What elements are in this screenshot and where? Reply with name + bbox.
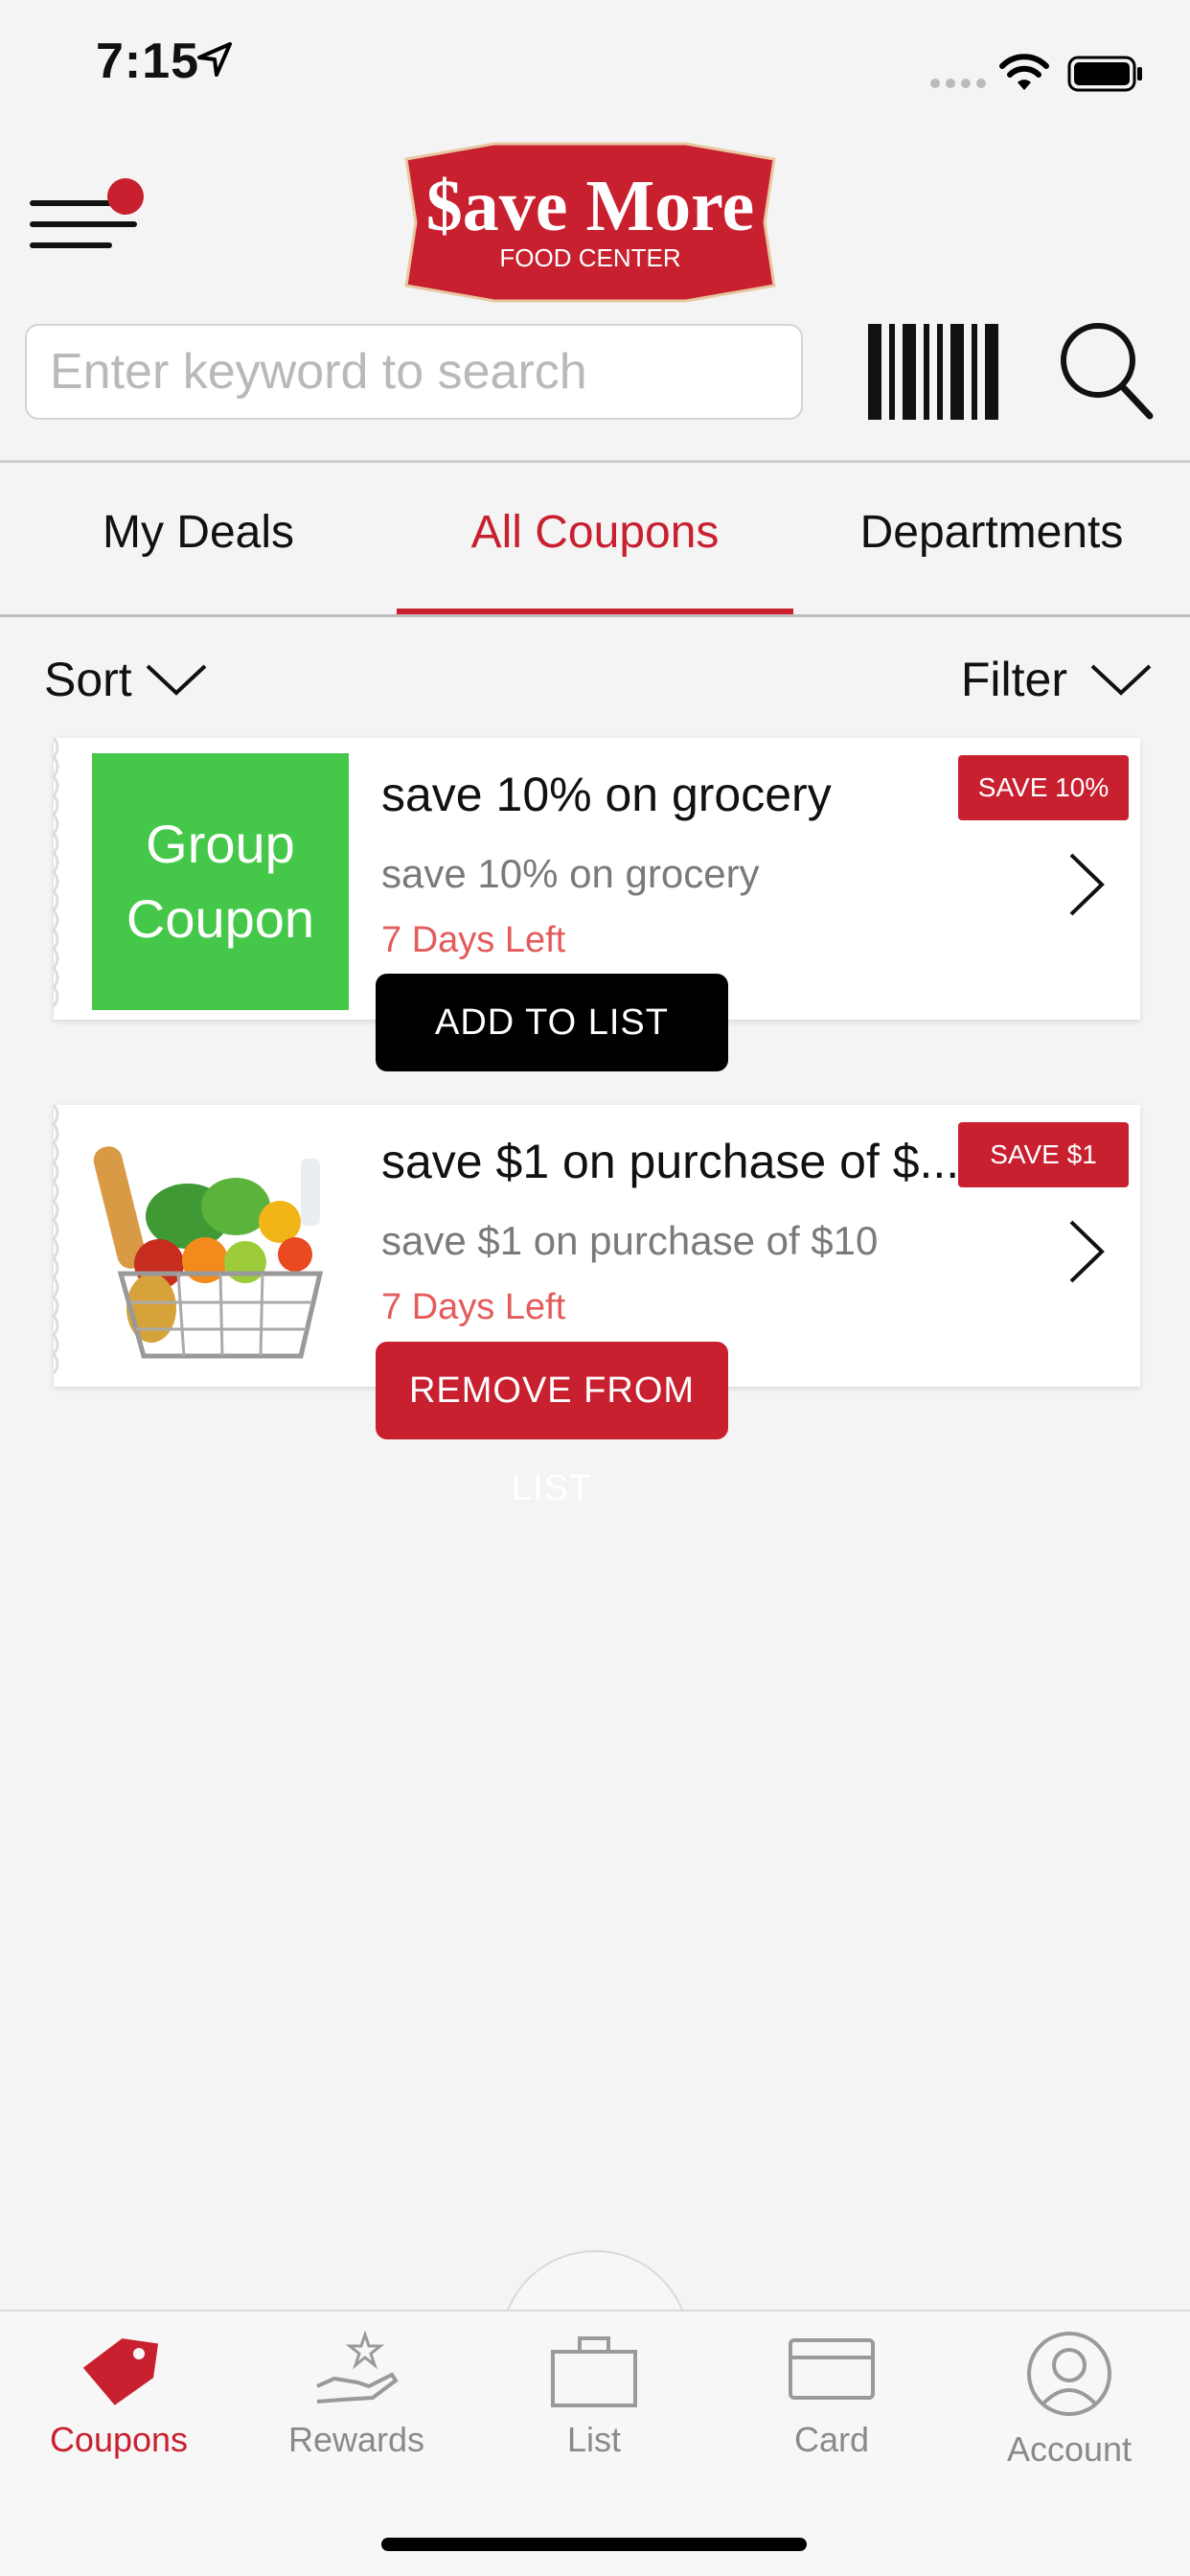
chevron-down-icon	[1090, 664, 1152, 696]
coupon-subtitle: save 10% on grocery	[381, 851, 760, 896]
savings-badge: SAVE 10%	[958, 755, 1129, 820]
nav-label: Account	[1006, 2429, 1133, 2469]
coupon-title: save 10% on grocery	[381, 768, 832, 821]
sort-label: Sort	[44, 653, 132, 706]
nav-label: Rewards	[287, 2420, 425, 2459]
nav-list[interactable]: List	[475, 2331, 713, 2460]
tabs-divider	[0, 614, 1190, 617]
coupon-title: save $1 on purchase of $...	[381, 1135, 960, 1188]
tab-departments[interactable]: Departments	[793, 463, 1190, 616]
nav-card[interactable]: Card	[713, 2331, 950, 2460]
coupon-subtitle: save $1 on purchase of $10	[381, 1218, 879, 1263]
logo-title: $ave More	[426, 166, 755, 246]
shopping-bag-icon	[551, 2336, 637, 2407]
remove-from-list-button[interactable]: REMOVE FROM LIST	[376, 1342, 728, 1508]
location-arrow-icon	[197, 42, 232, 77]
status-time: 7:15	[96, 34, 200, 89]
notification-dot	[107, 178, 144, 215]
user-avatar-icon	[1027, 2332, 1111, 2416]
save-more-logo: $ave More FOOD CENTER	[404, 142, 776, 303]
tab-my-deals[interactable]: My Deals	[0, 463, 397, 616]
filter-dropdown[interactable]: Filter	[961, 652, 1152, 707]
nav-label: Card	[793, 2420, 870, 2459]
nav-label: List	[566, 2420, 622, 2459]
wifi-icon	[999, 54, 1049, 90]
perforated-edge	[52, 1105, 59, 1374]
add-to-list-button[interactable]: ADD TO LIST	[376, 974, 728, 1071]
nav-account[interactable]: Account	[950, 2331, 1188, 2470]
cellular-signal-icon	[930, 79, 986, 88]
chevron-right-icon[interactable]	[1067, 851, 1106, 918]
logo-subtitle: FOOD CENTER	[499, 243, 680, 272]
rewards-hand-star-icon	[316, 2330, 399, 2404]
group-coupon-image: Group Coupon	[92, 753, 349, 1010]
battery-icon	[1067, 56, 1142, 92]
filter-label: Filter	[960, 653, 1067, 706]
status-bar: 7:15	[0, 0, 1190, 125]
savings-badge: SAVE $1	[958, 1122, 1129, 1187]
search-icon[interactable]	[1058, 320, 1154, 420]
nav-coupons[interactable]: Coupons	[0, 2331, 238, 2460]
home-indicator[interactable]	[381, 2538, 807, 2551]
group-image-text: Group	[146, 814, 295, 874]
days-left: 7 Days Left	[381, 1287, 566, 1327]
sort-dropdown[interactable]: Sort	[44, 652, 207, 707]
nav-rewards[interactable]: Rewards	[238, 2330, 475, 2460]
days-left: 7 Days Left	[381, 920, 566, 960]
tab-all-coupons[interactable]: All Coupons	[397, 463, 793, 616]
search-input[interactable]	[25, 324, 803, 420]
barcode-scan-icon[interactable]	[868, 324, 1002, 420]
bottom-nav: Coupons Rewards List Card Account	[0, 2310, 1190, 2576]
grocery-basket-image	[92, 1120, 349, 1377]
tab-bar: My Deals All Coupons Departments	[0, 463, 1190, 616]
credit-card-icon	[789, 2338, 875, 2400]
nav-label: Coupons	[49, 2420, 189, 2459]
chevron-down-icon	[146, 664, 207, 696]
chevron-right-icon[interactable]	[1067, 1218, 1106, 1285]
perforated-edge	[52, 738, 59, 1007]
group-image-text: Coupon	[126, 888, 315, 949]
tag-icon	[82, 2338, 159, 2405]
